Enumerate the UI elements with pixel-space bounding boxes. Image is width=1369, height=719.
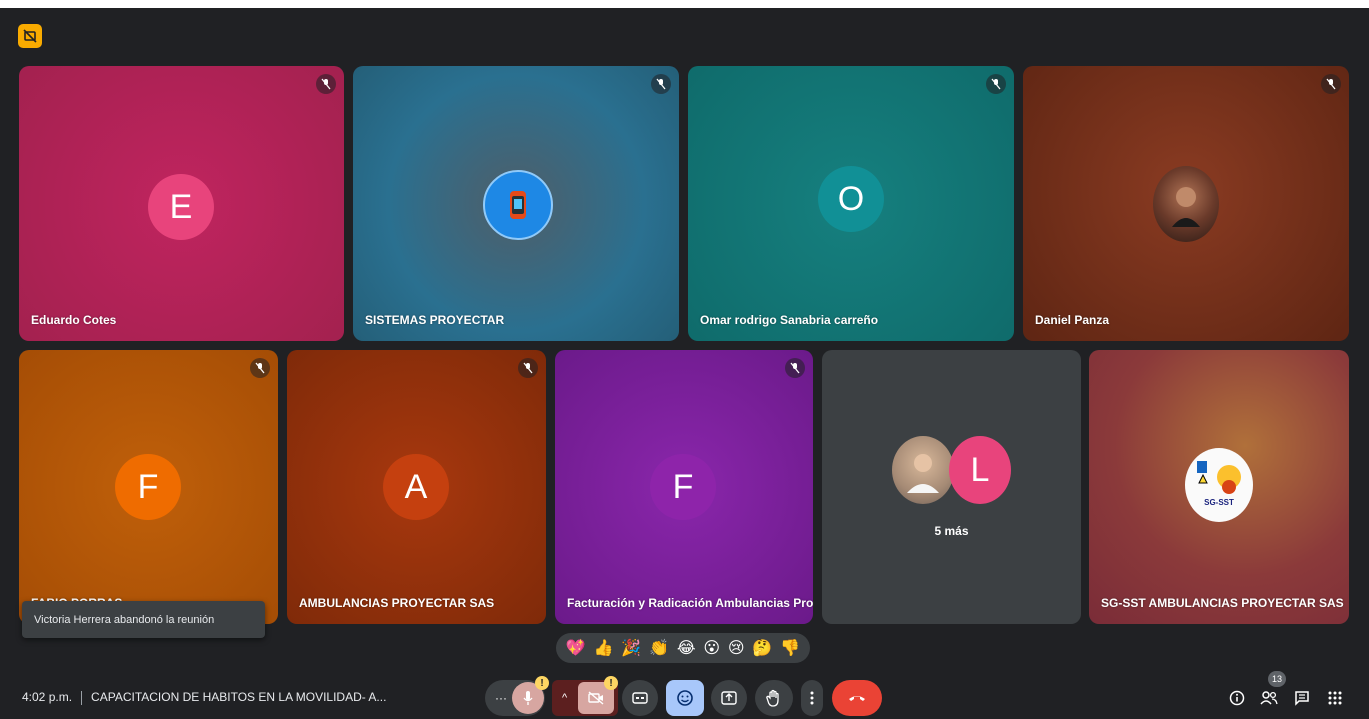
top-bar xyxy=(0,0,1369,8)
leave-call-button[interactable] xyxy=(832,680,882,716)
people-count-badge: 13 xyxy=(1268,671,1286,687)
participant-name: Eduardo Cotes xyxy=(31,313,117,327)
muted-mic-icon xyxy=(1321,74,1341,94)
video-settings-button[interactable]: ^ ! xyxy=(552,676,618,716)
user-photo xyxy=(892,436,954,504)
reaction-thumbs-up[interactable]: 👍 xyxy=(594,638,614,658)
more-audio-label: ··· xyxy=(495,691,507,705)
meeting-title: CAPACITACION DE HABITOS EN LA MOVILIDAD-… xyxy=(91,690,387,704)
reactions-button[interactable] xyxy=(666,680,704,716)
participant-name: Daniel Panza xyxy=(1035,313,1110,327)
more-options-button[interactable] xyxy=(801,680,823,716)
reaction-heart[interactable]: 💖 xyxy=(566,638,586,658)
participant-tile-9[interactable]: SG-SST SG-SST AMBULANCIAS PROYECTAR SAS xyxy=(1089,350,1349,624)
avatar: F xyxy=(115,454,181,520)
participant-tile-2[interactable]: SISTEMAS PROYECTAR xyxy=(353,66,679,341)
participant-tile-more[interactable]: L 5 más xyxy=(822,350,1081,624)
reaction-surprised[interactable]: 😮 xyxy=(703,638,720,658)
more-participants-label: 5 más xyxy=(934,524,969,538)
captions-button[interactable] xyxy=(622,680,658,716)
muted-mic-icon xyxy=(785,358,805,378)
participant-tile-3[interactable]: O Omar rodrigo Sanabria carreño xyxy=(688,66,1014,341)
more-vert-icon xyxy=(810,691,814,705)
reaction-party[interactable]: 🎉 xyxy=(621,638,641,658)
info-icon xyxy=(1229,690,1245,706)
reaction-clap[interactable]: 👏 xyxy=(649,638,669,658)
chevron-up-icon[interactable]: ^ xyxy=(562,692,567,704)
participant-name: Facturación y Radicación Ambulancias Pro… xyxy=(567,596,813,610)
raise-hand-button[interactable] xyxy=(755,680,793,716)
avatar: E xyxy=(148,174,214,240)
apps-grid-icon xyxy=(1328,691,1342,705)
participant-name: SISTEMAS PROYECTAR xyxy=(365,313,505,327)
present-screen-button[interactable] xyxy=(711,680,747,716)
chat-button[interactable] xyxy=(1291,687,1313,709)
participant-name: SG-SST AMBULANCIAS PROYECTAR SAS xyxy=(1101,596,1344,610)
muted-mic-icon xyxy=(518,358,538,378)
meeting-details-button[interactable] xyxy=(1226,687,1248,709)
avatar: F xyxy=(650,454,716,520)
meeting-info: 4:02 p.m. CAPACITACION DE HABITOS EN LA M… xyxy=(22,690,386,705)
sg-sst-logo-text: SG-SST xyxy=(1204,498,1234,507)
muted-mic-icon xyxy=(316,74,336,94)
reaction-thinking[interactable]: 🤔 xyxy=(752,638,772,658)
participant-tile-5[interactable]: F FABIO PORRAS xyxy=(19,350,278,624)
activities-button[interactable] xyxy=(1324,687,1346,709)
muted-mic-icon xyxy=(986,74,1006,94)
audio-settings-button[interactable]: ··· ! xyxy=(485,676,549,716)
participant-tile-1[interactable]: E Eduardo Cotes xyxy=(19,66,344,341)
emoji-icon xyxy=(677,690,693,706)
hangup-icon xyxy=(849,696,865,701)
separator xyxy=(81,690,83,705)
sg-sst-logo: SG-SST xyxy=(1185,448,1253,522)
participant-tile-4[interactable]: Daniel Panza xyxy=(1023,66,1349,341)
people-icon xyxy=(1260,691,1278,705)
avatar: A xyxy=(383,454,449,520)
reaction-laugh[interactable]: 😂 xyxy=(677,638,696,658)
reaction-thumbs-down[interactable]: 👎 xyxy=(780,638,800,658)
meeting-time: 4:02 p.m. xyxy=(22,690,73,704)
people-button[interactable] xyxy=(1258,687,1280,709)
recording-indicator-icon[interactable] xyxy=(18,24,42,48)
toast-message: Victoria Herrera abandonó la reunión xyxy=(34,613,215,626)
participant-tile-6[interactable]: A AMBULANCIAS PROYECTAR SAS xyxy=(287,350,546,624)
user-photo xyxy=(1153,166,1219,242)
camera-warning-icon: ! xyxy=(604,676,618,690)
muted-mic-icon xyxy=(651,74,671,94)
reactions-bar: 💖 👍 🎉 👏 😂 😮 😢 🤔 👎 xyxy=(556,633,810,663)
mic-warning-icon: ! xyxy=(535,676,549,690)
captions-icon xyxy=(632,692,648,704)
notification-toast: Victoria Herrera abandonó la reunión xyxy=(22,601,265,638)
present-icon xyxy=(721,691,737,705)
participant-name: AMBULANCIAS PROYECTAR SAS xyxy=(299,596,495,610)
avatar: L xyxy=(949,436,1011,504)
smartwatch-app-icon xyxy=(483,170,553,240)
avatar: O xyxy=(818,166,884,232)
participant-tile-7[interactable]: F Facturación y Radicación Ambulancias P… xyxy=(555,350,813,624)
hand-icon xyxy=(766,689,779,707)
participant-name: Omar rodrigo Sanabria carreño xyxy=(700,313,879,327)
chat-icon xyxy=(1295,691,1309,706)
muted-mic-icon xyxy=(250,358,270,378)
reaction-sad[interactable]: 😢 xyxy=(728,638,745,658)
